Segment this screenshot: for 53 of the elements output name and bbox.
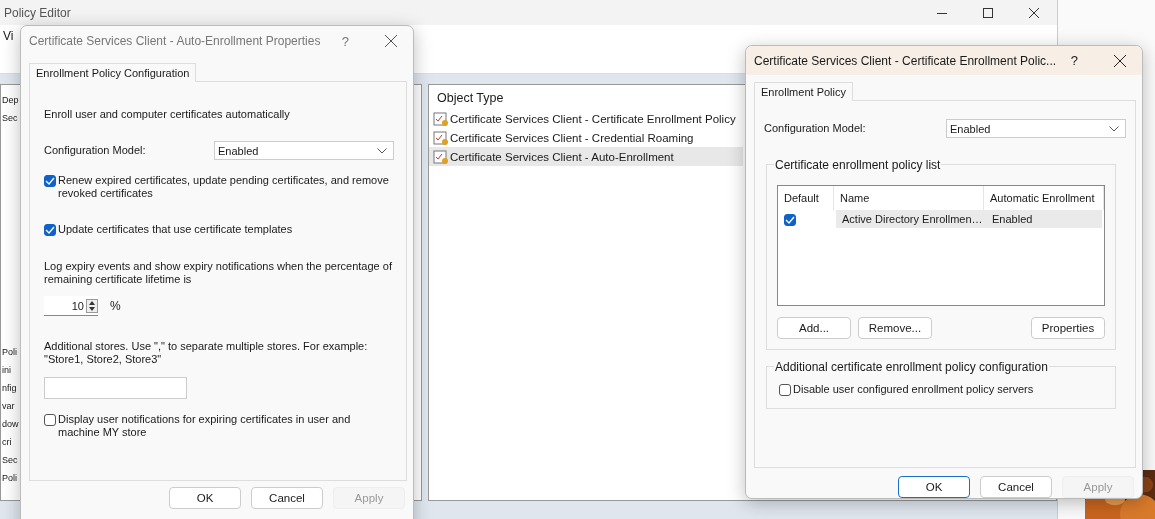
maximize-icon[interactable] [983, 7, 993, 18]
checkbox-label[interactable]: Renew expired certificates, update pending certificates, and remove revoked certificates [58, 174, 394, 200]
dialog-button[interactable]: Cancel [251, 487, 323, 509]
list-row[interactable]: Certificate Services Client - Auto-Enrollment [429, 147, 743, 166]
tab[interactable]: Enrollment Policy Configuration [29, 63, 197, 82]
table-row[interactable]: Active Directory Enrollmen… Enabled [780, 210, 1102, 229]
dialog-button[interactable]: Cancel [980, 476, 1052, 498]
tab[interactable]: Enrollment Policy [754, 82, 853, 102]
stores-input-field[interactable] [44, 377, 187, 399]
close-icon[interactable] [385, 35, 397, 47]
dialog-title: Certificate Services Client - Certificate Enrollment Polic... [754, 53, 1057, 68]
column-header[interactable]: Default [778, 186, 834, 211]
configuration-dropdown[interactable]: Enabled [214, 141, 394, 160]
help-button[interactable]: ? [1070, 53, 1078, 69]
menu-item[interactable]: Vi [3, 29, 14, 43]
percentage-spinner[interactable]: 10 [44, 296, 98, 316]
certificate-icon [433, 129, 449, 146]
table-cell: Enabled [986, 210, 1102, 229]
certificate-icon [433, 148, 449, 165]
checkbox[interactable] [779, 384, 791, 397]
table-cell: Active Directory Enrollmen… [836, 210, 986, 229]
checkbox[interactable] [44, 414, 56, 426]
list-button[interactable]: Add... [777, 317, 851, 340]
group-title: Additional certificate enrollment policy configuration [774, 360, 1049, 375]
unit-label: % [110, 299, 121, 313]
description-text: Enroll user and computer certificates automatically [44, 108, 291, 121]
checkbox-label[interactable]: Disable user configured enrollment policy servers [793, 383, 1034, 397]
help-button[interactable]: ? [341, 33, 349, 49]
dialog-button[interactable]: OK [898, 476, 970, 498]
field-label: Configuration Model: [764, 122, 866, 136]
checkbox[interactable] [44, 224, 56, 236]
column-header[interactable]: Object Type [429, 91, 504, 109]
certificate-icon [433, 110, 449, 127]
configuration-dropdown[interactable]: Enabled [946, 119, 1126, 139]
checkbox-label[interactable]: Update certificates that use certificate templates [58, 223, 293, 236]
dialog-button[interactable]: OK [169, 487, 241, 509]
checkbox-label[interactable]: Display user notifications for expiring certificates in user and machine MY store [58, 413, 394, 439]
window-title: Policy Editor [4, 5, 71, 20]
description-text: Additional stores. Use "," to separate multiple stores. For example: "Store1, Store2, Store3" [44, 340, 369, 366]
checkbox[interactable] [44, 175, 56, 187]
list-row[interactable]: Certificate Services Client - Credential Roaming [429, 128, 743, 147]
list-button[interactable]: Properties [1031, 317, 1105, 340]
group-title: Certificate enrollment policy list [774, 158, 942, 173]
chevron-down-icon [1109, 125, 1119, 132]
close-icon[interactable] [1114, 54, 1126, 67]
chevron-down-icon [377, 147, 387, 154]
field-label: Configuration Model: [44, 144, 146, 157]
list-button[interactable]: Remove... [858, 317, 932, 340]
dialog-title: Certificate Services Client - Auto-Enrollment Properties [29, 34, 321, 48]
list-row[interactable]: Certificate Services Client - Certificate Enrollment Policy [429, 109, 743, 128]
description-text: Log expiry events and show expiry notifications when the percentage of remaining certificate lifetime is [44, 260, 393, 286]
checkbox[interactable] [784, 213, 796, 226]
close-icon[interactable] [1029, 7, 1039, 18]
